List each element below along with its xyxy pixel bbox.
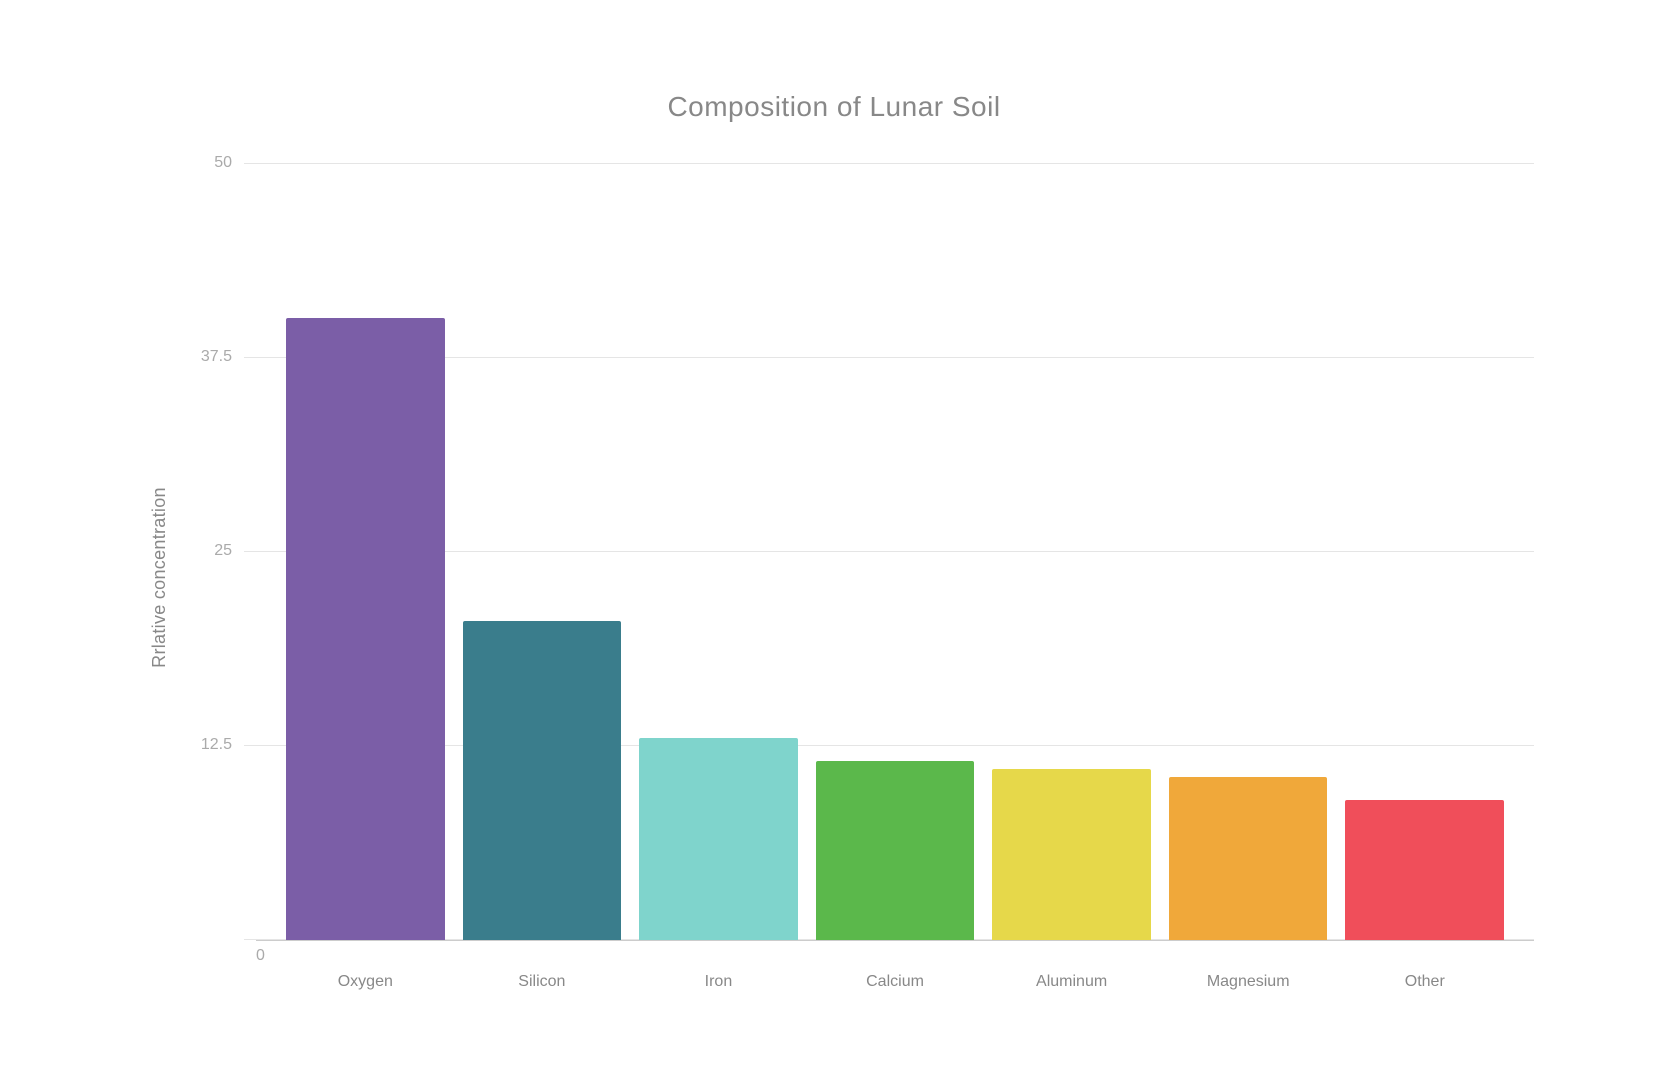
x-label-aluminum: Aluminum — [992, 973, 1151, 991]
grid-label-125: 12.5 — [194, 737, 244, 753]
gridlines-and-bars: 50 37.5 25 12.5 — [194, 163, 1534, 940]
x-axis-zero: 0 — [244, 941, 265, 965]
bar-group-silicon — [463, 163, 622, 940]
zero-label-row: 0 — [194, 941, 1534, 965]
bar-oxygen[interactable] — [286, 318, 445, 940]
x-labels-container: Oxygen Silicon Iron Calcium Aluminum Mag… — [256, 973, 1534, 991]
bar-group-iron — [639, 163, 798, 940]
chart-title: Composition of Lunar Soil — [667, 91, 1000, 123]
chart-body: Rrlative concentration 50 37.5 — [134, 163, 1534, 991]
grid-label-25: 25 — [194, 543, 244, 559]
bar-magnesium[interactable] — [1169, 777, 1328, 940]
y-axis-label-container: Rrlative concentration — [134, 163, 184, 991]
plot-area: 50 37.5 25 12.5 — [194, 163, 1534, 940]
grid-label-50: 50 — [194, 155, 244, 171]
grid-label-375: 37.5 — [194, 349, 244, 365]
bars-container — [256, 163, 1534, 940]
y-axis-label: Rrlative concentration — [149, 487, 170, 668]
bar-aluminum[interactable] — [992, 769, 1151, 940]
bar-group-calcium — [816, 163, 975, 940]
x-label-iron: Iron — [639, 973, 798, 991]
bar-group-oxygen — [286, 163, 445, 940]
x-label-silicon: Silicon — [463, 973, 622, 991]
bar-group-aluminum — [992, 163, 1151, 940]
x-label-oxygen: Oxygen — [286, 973, 445, 991]
bar-other[interactable] — [1345, 800, 1504, 940]
x-label-other: Other — [1345, 973, 1504, 991]
x-label-magnesium: Magnesium — [1169, 973, 1328, 991]
bar-group-magnesium — [1169, 163, 1328, 940]
bar-iron[interactable] — [639, 738, 798, 940]
chart-container: Composition of Lunar Soil Rrlative conce… — [134, 91, 1534, 991]
bar-calcium[interactable] — [816, 761, 975, 940]
chart-area: 50 37.5 25 12.5 — [194, 163, 1534, 991]
bar-silicon[interactable] — [463, 621, 622, 940]
bar-group-other — [1345, 163, 1504, 940]
x-label-calcium: Calcium — [816, 973, 975, 991]
